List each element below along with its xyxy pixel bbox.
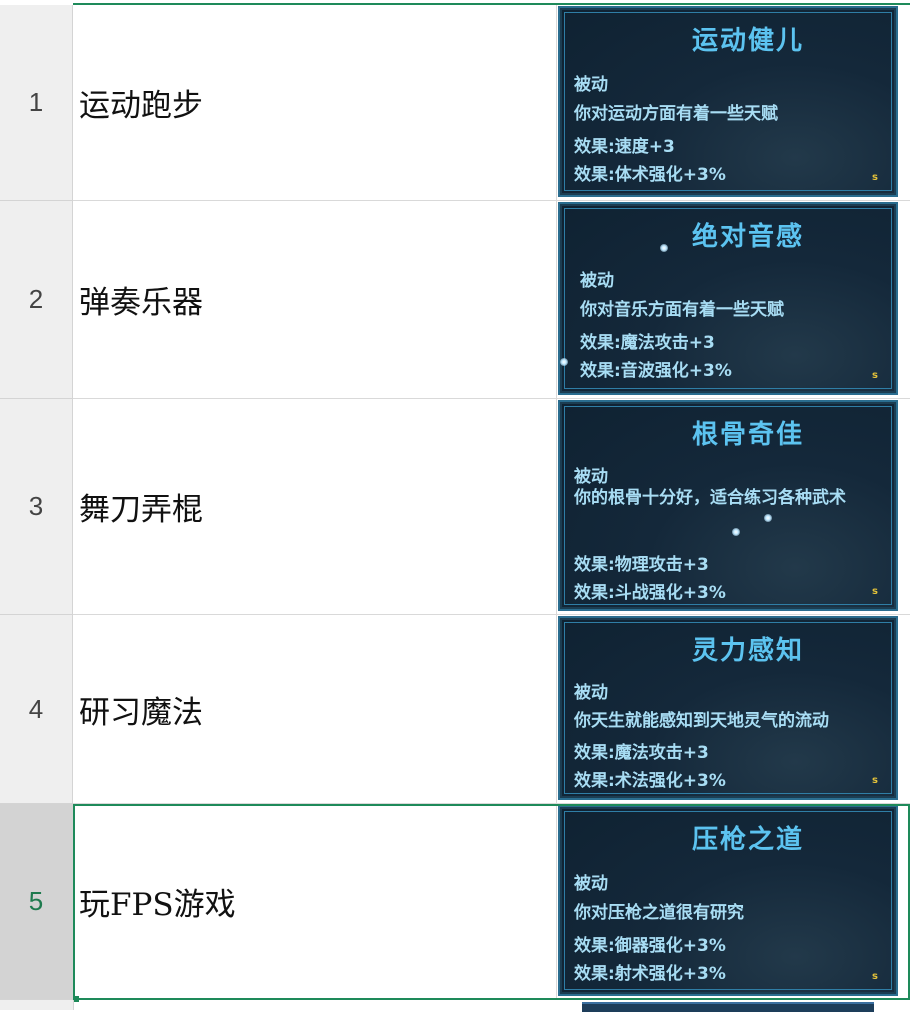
name-cell[interactable]: 研习魔法 (73, 615, 557, 804)
row-header[interactable]: 1 (0, 5, 73, 201)
image-cell[interactable]: 灵力感知 被动 你天生就能感知到天地灵气的流动 效果:魔法攻击+3 效果:术法强… (557, 615, 910, 804)
skill-type: 被动 (580, 271, 614, 291)
skill-effect-1: 效果:御器强化+3% (574, 936, 726, 956)
rank-badge: s (872, 586, 878, 597)
row-header[interactable]: 3 (0, 399, 73, 615)
skill-desc: 你对音乐方面有着一些天赋 (580, 300, 784, 320)
skill-effect-1: 效果:魔法攻击+3 (580, 333, 715, 353)
skill-effect-2: 效果:音波强化+3% (580, 361, 732, 381)
row-header[interactable] (0, 1000, 74, 1010)
skill-type: 被动 (574, 75, 608, 95)
table-row: 3 舞刀弄棍 根骨奇佳 被动 你的根骨十分好，适合练习各种武术 效果:物理攻击+… (0, 399, 910, 615)
skill-effect-1: 效果:魔法攻击+3 (574, 743, 709, 763)
skill-effect-2: 效果:术法强化+3% (574, 771, 726, 791)
image-peek (582, 1002, 874, 1012)
skill-card: 压枪之道 被动 你对压枪之道很有研究 效果:御器强化+3% 效果:射术强化+3%… (558, 805, 898, 996)
skill-effect-1: 效果:速度+3 (574, 137, 675, 157)
row-header[interactable]: 2 (0, 201, 73, 399)
name-cell[interactable]: 玩FPS游戏 (73, 804, 557, 1000)
skill-card: 绝对音感 被动 你对音乐方面有着一些天赋 效果:魔法攻击+3 效果:音波强化+3… (558, 202, 898, 395)
sparkle-icon (560, 358, 568, 366)
rank-badge: s (872, 172, 878, 183)
name-cell[interactable]: 运动跑步 (73, 5, 557, 201)
skill-title: 绝对音感 (691, 222, 804, 252)
rank-badge: s (872, 971, 878, 982)
skill-title: 运动健儿 (691, 26, 804, 56)
table-row: 2 弹奏乐器 绝对音感 被动 你对音乐方面有着一些天赋 效果:魔法攻击+3 效果… (0, 201, 910, 399)
skill-title: 压枪之道 (691, 825, 804, 855)
table-row-selected: 5 玩FPS游戏 压枪之道 被动 你对压枪之道很有研究 效果:御器强化+3% 效… (0, 804, 910, 1000)
skill-effect-2: 效果:体术强化+3% (574, 165, 726, 185)
image-cell[interactable]: 根骨奇佳 被动 你的根骨十分好，适合练习各种武术 效果:物理攻击+3 效果:斗战… (557, 399, 910, 615)
row-header[interactable]: 5 (0, 804, 73, 1000)
sparkle-icon (764, 514, 772, 522)
skill-effect-2: 效果:斗战强化+3% (574, 583, 726, 603)
skill-desc: 你天生就能感知到天地灵气的流动 (574, 711, 829, 731)
skill-card: 根骨奇佳 被动 你的根骨十分好，适合练习各种武术 效果:物理攻击+3 效果:斗战… (558, 400, 898, 611)
next-row-peek (0, 1000, 910, 1012)
skill-desc: 你对压枪之道很有研究 (574, 903, 744, 923)
skill-effect-2: 效果:射术强化+3% (574, 964, 726, 984)
image-cell[interactable]: 绝对音感 被动 你对音乐方面有着一些天赋 效果:魔法攻击+3 效果:音波强化+3… (557, 201, 910, 399)
skill-title: 灵力感知 (691, 636, 804, 666)
skill-type: 被动 (574, 683, 608, 703)
skill-title: 根骨奇佳 (691, 420, 804, 450)
name-cell[interactable]: 弹奏乐器 (73, 201, 557, 399)
skill-effect-1: 效果:物理攻击+3 (574, 555, 709, 575)
table-row: 4 研习魔法 灵力感知 被动 你天生就能感知到天地灵气的流动 效果:魔法攻击+3… (0, 615, 910, 804)
skill-desc: 你对运动方面有着一些天赋 (574, 104, 778, 124)
rank-badge: s (872, 370, 878, 381)
table-row: 1 运动跑步 运动健儿 被动 你对运动方面有着一些天赋 效果:速度+3 效果:体… (0, 5, 910, 201)
skill-card: 灵力感知 被动 你天生就能感知到天地灵气的流动 效果:魔法攻击+3 效果:术法强… (558, 616, 898, 800)
skill-desc: 你的根骨十分好，适合练习各种武术 (574, 488, 846, 508)
image-cell[interactable]: 运动健儿 被动 你对运动方面有着一些天赋 效果:速度+3 效果:体术强化+3% … (557, 5, 910, 201)
name-cell[interactable]: 舞刀弄棍 (73, 399, 557, 615)
sparkle-icon (732, 528, 740, 536)
spreadsheet: 1 运动跑步 运动健儿 被动 你对运动方面有着一些天赋 效果:速度+3 效果:体… (0, 0, 910, 1012)
skill-type: 被动 (574, 874, 608, 894)
image-cell[interactable]: 压枪之道 被动 你对压枪之道很有研究 效果:御器强化+3% 效果:射术强化+3%… (557, 804, 910, 1000)
rank-badge: s (872, 775, 878, 786)
skill-card: 运动健儿 被动 你对运动方面有着一些天赋 效果:速度+3 效果:体术强化+3% … (558, 6, 898, 197)
row-header[interactable]: 4 (0, 615, 73, 804)
